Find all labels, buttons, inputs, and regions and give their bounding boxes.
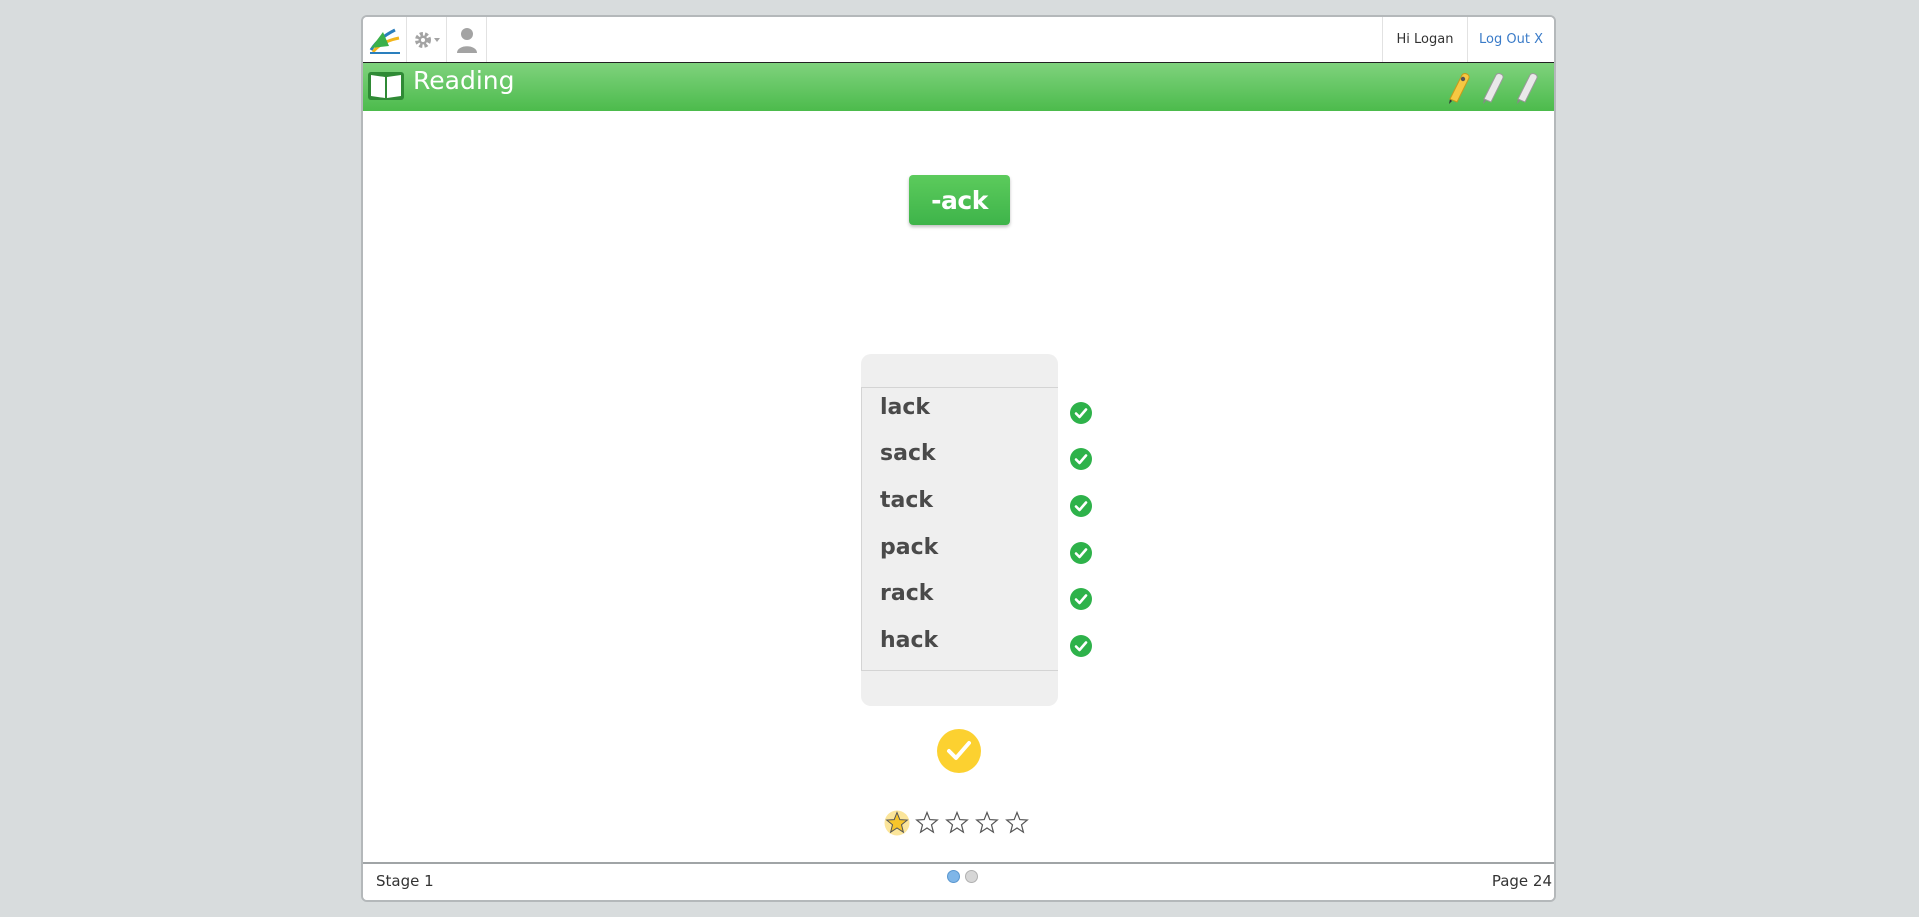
page-dot[interactable] [965,870,978,883]
user-profile[interactable] [447,17,487,62]
settings-menu[interactable] [407,17,447,62]
star-empty-icon[interactable] [944,810,970,836]
correct-check-icon [1070,402,1092,424]
logo-icon [369,28,400,54]
word-item[interactable]: tack [880,486,933,516]
pencil-icon [1483,73,1504,104]
section-header: Reading [363,63,1554,111]
correct-check-icon [1070,635,1092,657]
page-dots [947,870,978,883]
footer: Stage 1 Page 24 [363,862,1554,900]
pencil-icon [1517,73,1538,104]
book-icon [367,70,405,106]
star-empty-icon[interactable] [914,810,940,836]
word-item[interactable]: lack [880,393,930,423]
word-item[interactable]: pack [880,533,938,563]
stage-label: Stage 1 [376,872,434,890]
pencil-icon [1449,73,1470,104]
star-rating [884,810,1030,836]
star-empty-icon[interactable] [974,810,1000,836]
word-item[interactable]: hack [880,626,938,656]
section-title: Reading [413,66,515,95]
greeting-text: Hi Logan [1382,17,1468,62]
correct-check-icon [1070,542,1092,564]
app-logo[interactable] [363,17,407,62]
page-number: Page 24 [1491,872,1552,890]
correct-check-icon [1070,495,1092,517]
correct-check-icon [1070,588,1092,610]
progress-pencils [1446,71,1540,105]
gear-icon [414,31,440,48]
logout-link[interactable]: Log Out X [1466,17,1554,62]
word-item[interactable]: sack [880,439,936,469]
word-item[interactable]: rack [880,579,933,609]
star-filled-icon [884,810,910,836]
done-button[interactable] [937,729,981,773]
app-window: Hi Logan Log Out X Reading -ack lack sac… [361,15,1556,902]
user-icon [456,27,477,53]
phonogram-tile[interactable]: -ack [909,175,1010,225]
page-dot-active[interactable] [947,870,960,883]
star-empty-icon[interactable] [1004,810,1030,836]
correct-check-icon [1070,448,1092,470]
word-list: lack sack tack pack rack hack [861,387,1058,671]
top-nav: Hi Logan Log Out X [363,17,1554,63]
checkmark-icon [947,741,971,760]
word-box: lack sack tack pack rack hack [861,354,1058,706]
